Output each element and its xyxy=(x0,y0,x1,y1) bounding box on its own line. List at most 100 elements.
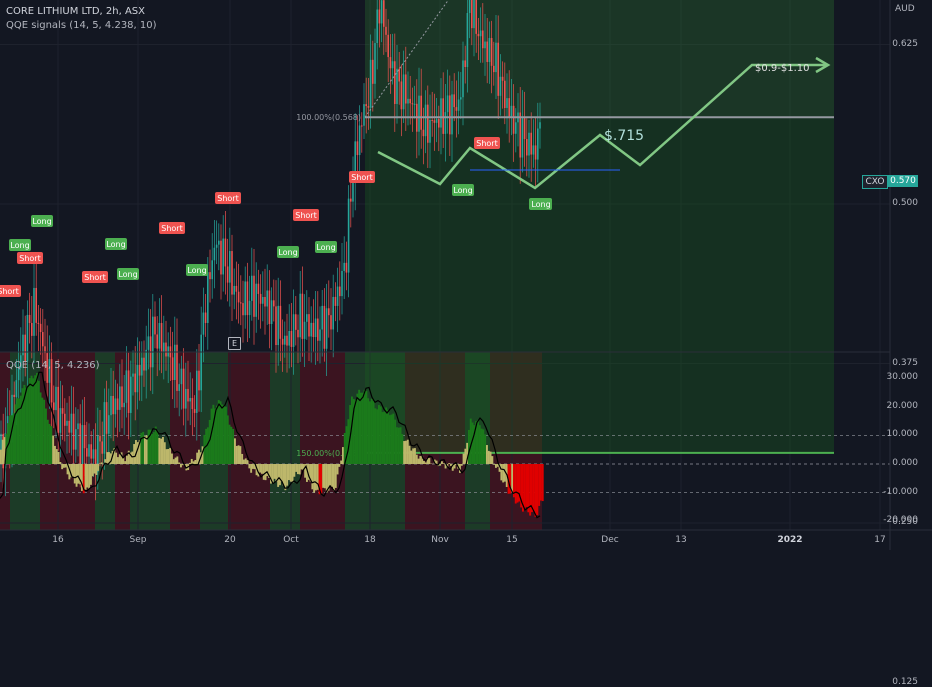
qqe-histogram-bar xyxy=(25,387,27,464)
qqe-histogram-bar xyxy=(394,420,396,464)
qqe-histogram-bar xyxy=(151,434,153,464)
candle-body xyxy=(86,448,88,456)
qqe-histogram-bar xyxy=(409,446,411,464)
qqe-axis-label: 30.000 xyxy=(887,372,919,382)
qqe-histogram-bar xyxy=(488,451,490,464)
candle-body xyxy=(132,374,134,377)
qqe-histogram-bar xyxy=(490,452,492,464)
events-button[interactable]: E xyxy=(228,337,241,350)
candle-body xyxy=(489,38,491,62)
candle-body xyxy=(350,199,352,202)
candle-body xyxy=(475,0,477,34)
qqe-histogram-bar xyxy=(322,464,324,488)
signal-badge-label: Long xyxy=(187,266,206,275)
qqe-histogram-bar xyxy=(274,464,276,479)
candle-body xyxy=(418,96,420,132)
candle-body xyxy=(449,95,451,134)
current-price-badge: 0.570 xyxy=(888,175,918,187)
candle-body xyxy=(297,330,299,337)
qqe-histogram-bar xyxy=(27,385,29,464)
qqe-histogram-bar xyxy=(511,464,513,492)
candle-body xyxy=(409,99,411,103)
candle-body xyxy=(277,306,279,345)
candle-body xyxy=(152,317,154,368)
signal-badge-label: Long xyxy=(531,200,550,209)
qqe-histogram-bar xyxy=(259,464,261,473)
qqe-histogram-bar xyxy=(527,464,529,512)
qqe-histogram-bar xyxy=(252,464,254,469)
candle-body xyxy=(471,0,473,28)
candle-body xyxy=(453,94,455,107)
target-mid-label[interactable]: $.715 xyxy=(604,128,644,144)
qqe-histogram-bar xyxy=(290,464,292,482)
candle-body xyxy=(291,331,293,347)
chart-canvas[interactable]: 0.00%(1.085)23.60%(0.960)38.20%(0.885)61… xyxy=(0,0,932,550)
candle-body xyxy=(308,314,310,336)
price-axis-label: 0.625 xyxy=(892,39,918,49)
qqe-histogram-bar xyxy=(148,430,150,464)
candle-body xyxy=(423,130,425,136)
candle-body xyxy=(482,30,484,48)
candle-body xyxy=(343,263,345,271)
qqe-histogram-bar xyxy=(540,464,542,501)
qqe-histogram-bar xyxy=(29,378,31,464)
qqe-legend[interactable]: QQE (14, 5, 4.236) xyxy=(6,360,99,371)
qqe-histogram-bar xyxy=(164,442,166,464)
candle-body xyxy=(71,414,73,433)
qqe-histogram-bar xyxy=(56,449,58,464)
candle-body xyxy=(456,107,458,111)
time-axis-label: 15 xyxy=(506,535,517,545)
qqe-histogram-bar xyxy=(36,373,38,464)
candle-body xyxy=(123,403,125,407)
candle-body xyxy=(216,245,218,248)
candle-body xyxy=(361,125,363,126)
candle-body xyxy=(60,408,62,433)
qqe-histogram-bar xyxy=(385,407,387,464)
candle-body xyxy=(88,444,90,456)
time-axis-label: 17 xyxy=(874,535,885,545)
candle-body xyxy=(332,297,334,330)
qqe-histogram-bar xyxy=(229,425,231,464)
target-range-label[interactable]: $0.9-$1.10 xyxy=(755,63,810,74)
qqe-histogram-bar xyxy=(367,398,369,464)
candle-body xyxy=(40,324,42,332)
qqe-histogram-bar xyxy=(194,460,196,464)
candle-body xyxy=(372,60,374,84)
candle-body xyxy=(469,0,471,13)
candle-body xyxy=(328,308,330,315)
qqe-histogram-bar xyxy=(247,460,249,464)
candle-body xyxy=(313,323,315,337)
candle-body xyxy=(218,241,220,245)
candle-body xyxy=(117,399,119,410)
candle-body xyxy=(434,120,436,123)
candle-body xyxy=(394,61,396,104)
qqe-histogram-bar xyxy=(41,398,43,464)
qqe-histogram-bar xyxy=(468,430,470,464)
signal-badge-label: Long xyxy=(316,243,335,252)
qqe-histogram-bar xyxy=(34,375,36,464)
ticker-badge: CXO xyxy=(862,175,888,189)
qqe-histogram-bar xyxy=(227,415,229,464)
qqe-histogram-bar xyxy=(99,463,101,464)
qqe-histogram-bar xyxy=(31,376,33,464)
indicator-legend[interactable]: QQE signals (14, 5, 4.238, 10) xyxy=(6,20,157,31)
candle-body xyxy=(425,105,427,137)
qqe-histogram-bar xyxy=(43,400,45,464)
symbol-legend[interactable]: CORE LITHIUM LTD, 2h, ASX xyxy=(6,6,145,17)
qqe-histogram-bar xyxy=(538,464,540,506)
candle-body xyxy=(346,263,348,273)
qqe-histogram-bar xyxy=(92,464,94,476)
qqe-histogram-bar xyxy=(155,427,157,464)
qqe-histogram-bar xyxy=(144,436,146,464)
candle-body xyxy=(185,389,187,409)
qqe-histogram-bar xyxy=(526,464,528,507)
candle-body xyxy=(414,104,416,105)
qqe-histogram-bar xyxy=(234,438,236,464)
signal-badge-label: Short xyxy=(19,254,40,263)
candle-body xyxy=(244,282,246,316)
qqe-histogram-bar xyxy=(515,464,517,504)
qqe-histogram-bar xyxy=(166,449,168,464)
candle-body xyxy=(403,74,405,109)
candle-body xyxy=(255,284,257,317)
price-axis-label: 0.375 xyxy=(892,358,918,368)
